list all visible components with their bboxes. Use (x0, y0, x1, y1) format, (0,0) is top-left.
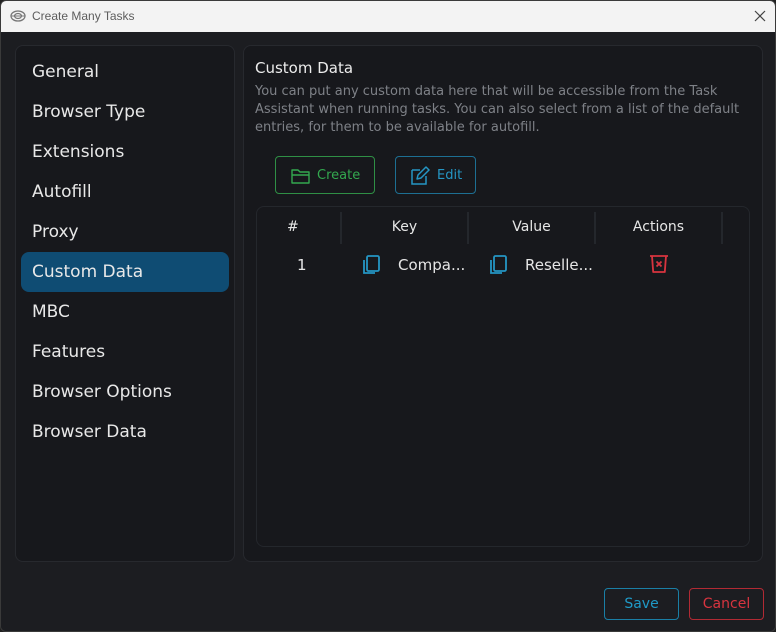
sidebar-item-autofill[interactable]: Autofill (21, 172, 229, 212)
edit-button-label: Edit (437, 168, 463, 183)
create-button[interactable]: Create (275, 156, 375, 194)
column-header-actions: Actions (632, 219, 685, 235)
dialog-window: Create Many Tasks General Browser Type E… (0, 0, 776, 632)
sidebar-item-label: Extensions (32, 142, 125, 162)
sidebar-item-features[interactable]: Features (21, 332, 229, 372)
create-button-label: Create (317, 168, 361, 183)
sidebar-item-browser-type[interactable]: Browser Type (21, 92, 229, 132)
custom-data-panel: Custom Data You can put any custom data … (243, 45, 763, 562)
panel-title: Custom Data (255, 59, 354, 77)
panel-description: You can put any custom data here that wi… (255, 84, 740, 135)
sidebar-item-label: MBC (32, 302, 70, 322)
sidebar-item-browser-data[interactable]: Browser Data (21, 412, 229, 452)
sidebar-item-proxy[interactable]: Proxy (21, 212, 229, 252)
column-divider (721, 212, 723, 244)
sidebar-item-label: Browser Type (32, 102, 146, 122)
sidebar-item-custom-data[interactable]: Custom Data (21, 252, 229, 292)
column-header-value: Value (512, 219, 551, 235)
sidebar-item-mbc[interactable]: MBC (21, 292, 229, 332)
close-icon[interactable] (751, 7, 769, 25)
custom-data-table: # Key Value Actions 1 Compa... Reselle..… (256, 206, 750, 547)
sidebar-item-label: General (32, 62, 99, 82)
sidebar-item-browser-options[interactable]: Browser Options (21, 372, 229, 412)
row-key: Compa... (398, 256, 466, 274)
cancel-button[interactable]: Cancel (689, 588, 764, 620)
sidebar-item-label: Custom Data (32, 262, 144, 282)
copy-icon[interactable] (359, 253, 383, 277)
edit-icon (411, 166, 430, 185)
sidebar-item-extensions[interactable]: Extensions (21, 132, 229, 172)
column-header-key: Key (391, 219, 418, 235)
sidebar-item-label: Proxy (32, 222, 79, 242)
window-title: Create Many Tasks (32, 9, 135, 23)
app-icon (10, 10, 26, 22)
folder-icon (291, 169, 310, 184)
sidebar-item-label: Autofill (32, 182, 92, 202)
sidebar: General Browser Type Extensions Autofill… (15, 45, 235, 562)
row-index: 1 (297, 256, 307, 274)
sidebar-item-general[interactable]: General (21, 52, 229, 92)
sidebar-item-label: Features (32, 342, 106, 362)
copy-icon[interactable] (486, 253, 510, 277)
column-header-index: # (287, 219, 299, 235)
title-bar: Create Many Tasks (1, 1, 775, 32)
row-value: Reselle... (525, 256, 593, 274)
sidebar-item-label: Browser Options (32, 382, 172, 402)
save-button[interactable]: Save (604, 588, 679, 620)
dialog-content: General Browser Type Extensions Autofill… (1, 32, 775, 631)
sidebar-item-label: Browser Data (32, 422, 147, 442)
trash-icon[interactable] (647, 252, 671, 276)
edit-button[interactable]: Edit (395, 156, 476, 194)
